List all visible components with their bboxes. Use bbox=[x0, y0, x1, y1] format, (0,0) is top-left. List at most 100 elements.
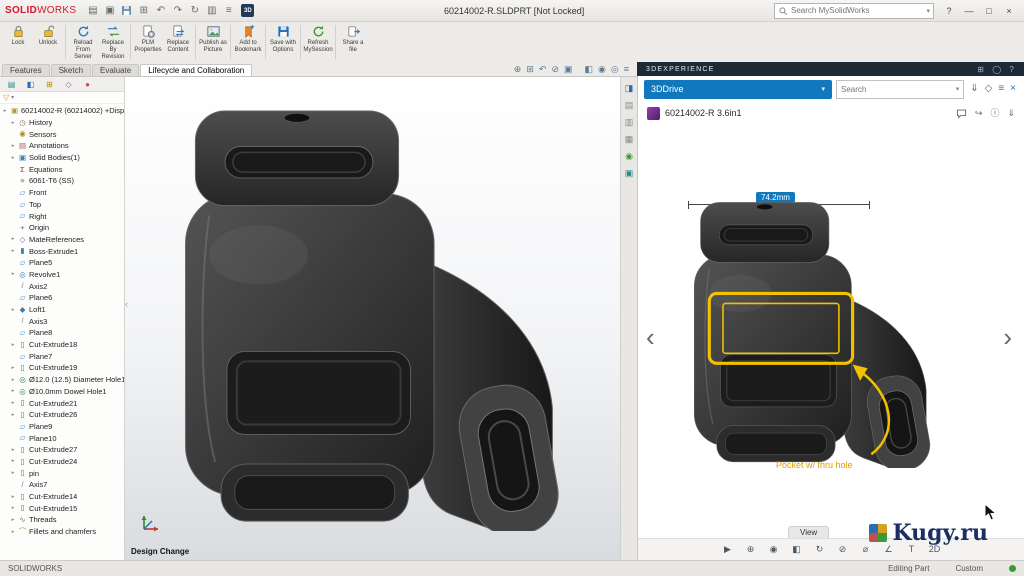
expand-arrow-icon[interactable]: ▸ bbox=[10, 388, 16, 394]
tree-item-plane8[interactable]: ▱ Plane8 bbox=[0, 327, 124, 339]
print-icon[interactable]: ⊞ bbox=[136, 3, 151, 18]
displaymanager-tab[interactable]: ● bbox=[79, 78, 96, 91]
panel-search-input[interactable] bbox=[841, 84, 953, 94]
panel-search[interactable]: ▾ bbox=[836, 79, 965, 99]
download-doc-icon[interactable]: ⇓ bbox=[1007, 108, 1015, 118]
expand-arrow-icon[interactable]: ▸ bbox=[10, 494, 16, 500]
hide-show-items-icon[interactable]: ◉ bbox=[598, 64, 606, 74]
apps-grid-icon[interactable]: ⊞ bbox=[977, 65, 985, 74]
3ddrive-dropdown[interactable]: 3DDrive ▾ bbox=[644, 79, 832, 99]
expand-arrow-icon[interactable]: ▸ bbox=[10, 307, 16, 313]
panel-document-row[interactable]: 60214002-R 3.6in1 ↪ ⓘ ⇓ bbox=[638, 102, 1024, 124]
tree-item-10-0mm-dowel-hole1[interactable]: ▸ ◎ Ø10.0mm Dowel Hole1 bbox=[0, 386, 124, 398]
tree-item-cut-extrude18[interactable]: ▸ ▯ Cut-Extrude18 bbox=[0, 339, 124, 351]
tree-item-plane10[interactable]: ▱ Plane10 bbox=[0, 432, 124, 444]
tree-item-top[interactable]: ▱ Top bbox=[0, 199, 124, 211]
expand-arrow-icon[interactable]: ▸ bbox=[10, 470, 16, 476]
tree-item-12-0-12-5-diameter-hole1[interactable]: ▸ ◎ Ø12.0 (12.5) Diameter Hole1 bbox=[0, 374, 124, 386]
unlock-button[interactable]: Unlock bbox=[33, 22, 63, 62]
expand-arrow-icon[interactable]: ▸ bbox=[10, 365, 16, 371]
model-preview-area[interactable]: 74.2mm ‹ › Pocket w/ thru hole bbox=[638, 124, 1024, 521]
tab-evaluate[interactable]: Evaluate bbox=[92, 64, 140, 76]
tree-item-6061-t6-ss[interactable]: ≡ 6061-T6 (SS) bbox=[0, 175, 124, 187]
tab-sketch[interactable]: Sketch bbox=[50, 64, 92, 76]
lock-button[interactable]: Lock bbox=[3, 22, 33, 62]
file-properties-icon[interactable]: ▥ bbox=[204, 3, 219, 18]
share-a-file-button[interactable]: Share a file bbox=[338, 22, 368, 62]
publish-as-picture-button[interactable]: Publish as Picture bbox=[198, 22, 228, 62]
expand-arrow-icon[interactable]: ▸ bbox=[10, 120, 16, 126]
tab-features[interactable]: Features bbox=[2, 64, 50, 76]
new-document-icon[interactable]: ▤ bbox=[85, 3, 100, 18]
tree-item-cut-extrude27[interactable]: ▸ ▯ Cut-Extrude27 bbox=[0, 444, 124, 456]
options-icon[interactable]: ≡ bbox=[221, 3, 236, 18]
tag-icon[interactable]: ◇ bbox=[985, 84, 993, 94]
preview-part-model[interactable] bbox=[684, 200, 934, 468]
replace-by-revision-button[interactable]: Replace By Revision bbox=[98, 22, 128, 62]
filter-caret-icon[interactable]: ▾ bbox=[11, 94, 14, 101]
configurationmanager-tab[interactable]: ⊞ bbox=[41, 78, 58, 91]
comment-icon[interactable] bbox=[956, 108, 967, 119]
tree-item-plane6[interactable]: ▱ Plane6 bbox=[0, 292, 124, 304]
view-orientation-icon[interactable]: ▣ bbox=[564, 64, 573, 74]
display-style-icon[interactable]: ◧ bbox=[585, 64, 594, 74]
tree-item-loft1[interactable]: ▸ ◆ Loft1 bbox=[0, 304, 124, 316]
minimize-button[interactable]: — bbox=[963, 3, 975, 18]
search-caret-icon[interactable]: ▾ bbox=[926, 7, 930, 15]
tree-item-front[interactable]: ▱ Front bbox=[0, 187, 124, 199]
tree-item-plane5[interactable]: ▱ Plane5 bbox=[0, 257, 124, 269]
tab-lifecycle-and-collaboration[interactable]: Lifecycle and Collaboration bbox=[140, 64, 253, 76]
tree-item-cut-extrude24[interactable]: ▸ ▯ Cut-Extrude24 bbox=[0, 456, 124, 468]
tree-item-matereferences[interactable]: ▸ ◇ MateReferences bbox=[0, 234, 124, 246]
reload-from-server-button[interactable]: Reload From Server bbox=[68, 22, 98, 62]
user-avatar-icon[interactable]: ◯ bbox=[992, 65, 1002, 74]
tree-item-cut-extrude19[interactable]: ▸ ▯ Cut-Extrude19 bbox=[0, 362, 124, 374]
expand-arrow-icon[interactable]: ▸ bbox=[10, 517, 16, 523]
propertymanager-tab[interactable]: ◧ bbox=[22, 78, 39, 91]
zoom-fit-icon[interactable]: ⊕ bbox=[514, 64, 522, 74]
tree-item-revolve1[interactable]: ▸ ◎ Revolve1 bbox=[0, 269, 124, 281]
expand-arrow-icon[interactable]: ▸ bbox=[10, 377, 16, 383]
expand-arrow-icon[interactable]: ▸ bbox=[10, 505, 16, 511]
help-icon[interactable]: ? bbox=[1009, 65, 1015, 74]
zoom-tool[interactable]: ⊕ bbox=[743, 542, 759, 558]
expand-arrow-icon[interactable]: ▸ bbox=[10, 400, 16, 406]
tree-item-plane9[interactable]: ▱ Plane9 bbox=[0, 421, 124, 433]
tree-item-60214002-r-60214002-display-st[interactable]: ▸▣60214002-R (60214002) +Display St... bbox=[0, 105, 124, 117]
mysolidworks-search[interactable]: ▾ bbox=[774, 2, 934, 19]
download-icon[interactable]: ⇓ bbox=[970, 84, 978, 94]
3dexperience-app-icon[interactable]: 3D bbox=[241, 4, 255, 17]
featuremanager-tab[interactable]: ▤ bbox=[3, 78, 20, 91]
add-to-bookmark-button[interactable]: Add to Bookmark bbox=[233, 22, 263, 62]
custom-properties-pane-tab[interactable]: ▣ bbox=[623, 167, 636, 180]
close-panel-icon[interactable]: × bbox=[1010, 84, 1016, 94]
tree-item-axis3[interactable]: / Axis3 bbox=[0, 315, 124, 327]
save-with-options-button[interactable]: Save with Options bbox=[268, 22, 298, 62]
view-tab[interactable]: View bbox=[788, 526, 830, 538]
tree-item-plane7[interactable]: ▱ Plane7 bbox=[0, 350, 124, 362]
save-icon[interactable] bbox=[119, 3, 134, 18]
tree-item-pin[interactable]: ▸ ▯ pin bbox=[0, 467, 124, 479]
help-button[interactable]: ? bbox=[943, 3, 955, 18]
display-style-tool[interactable]: ◧ bbox=[789, 542, 805, 558]
open-icon[interactable]: ▣ bbox=[102, 3, 117, 18]
orbit-tool[interactable]: ↻ bbox=[812, 542, 828, 558]
refresh-mysession-button[interactable]: Refresh MySession bbox=[303, 22, 333, 62]
tree-item-threads[interactable]: ▸ ∿ Threads bbox=[0, 514, 124, 526]
dimxpertmanager-tab[interactable]: ◇ bbox=[60, 78, 77, 91]
expand-arrow-icon[interactable]: ▸ bbox=[10, 271, 16, 277]
tree-item-axis7[interactable]: / Axis7 bbox=[0, 479, 124, 491]
expand-arrow-icon[interactable]: ▸ bbox=[10, 236, 16, 242]
tree-item-boss-extrude1[interactable]: ▸ ▮ Boss-Extrude1 bbox=[0, 245, 124, 257]
expand-arrow-icon[interactable]: ▸ bbox=[10, 342, 16, 348]
expand-arrow-icon[interactable]: ▸ bbox=[10, 248, 16, 254]
zoom-area-icon[interactable]: ⊞ bbox=[526, 64, 534, 74]
file-explorer-pane-tab[interactable]: ▥ bbox=[623, 116, 636, 129]
status-units[interactable]: Custom bbox=[955, 564, 983, 573]
tree-item-cut-extrude26[interactable]: ▸ ▯ Cut-Extrude26 bbox=[0, 409, 124, 421]
graphics-viewport[interactable]: ‹ Design Change bbox=[125, 77, 620, 560]
tree-item-axis2[interactable]: / Axis2 bbox=[0, 280, 124, 292]
tree-item-origin[interactable]: + Origin bbox=[0, 222, 124, 234]
tree-item-fillets-and-chamfers[interactable]: ▸ ⌒ Fillets and chamfers bbox=[0, 526, 124, 538]
share-icon[interactable]: ↪ bbox=[975, 108, 983, 118]
